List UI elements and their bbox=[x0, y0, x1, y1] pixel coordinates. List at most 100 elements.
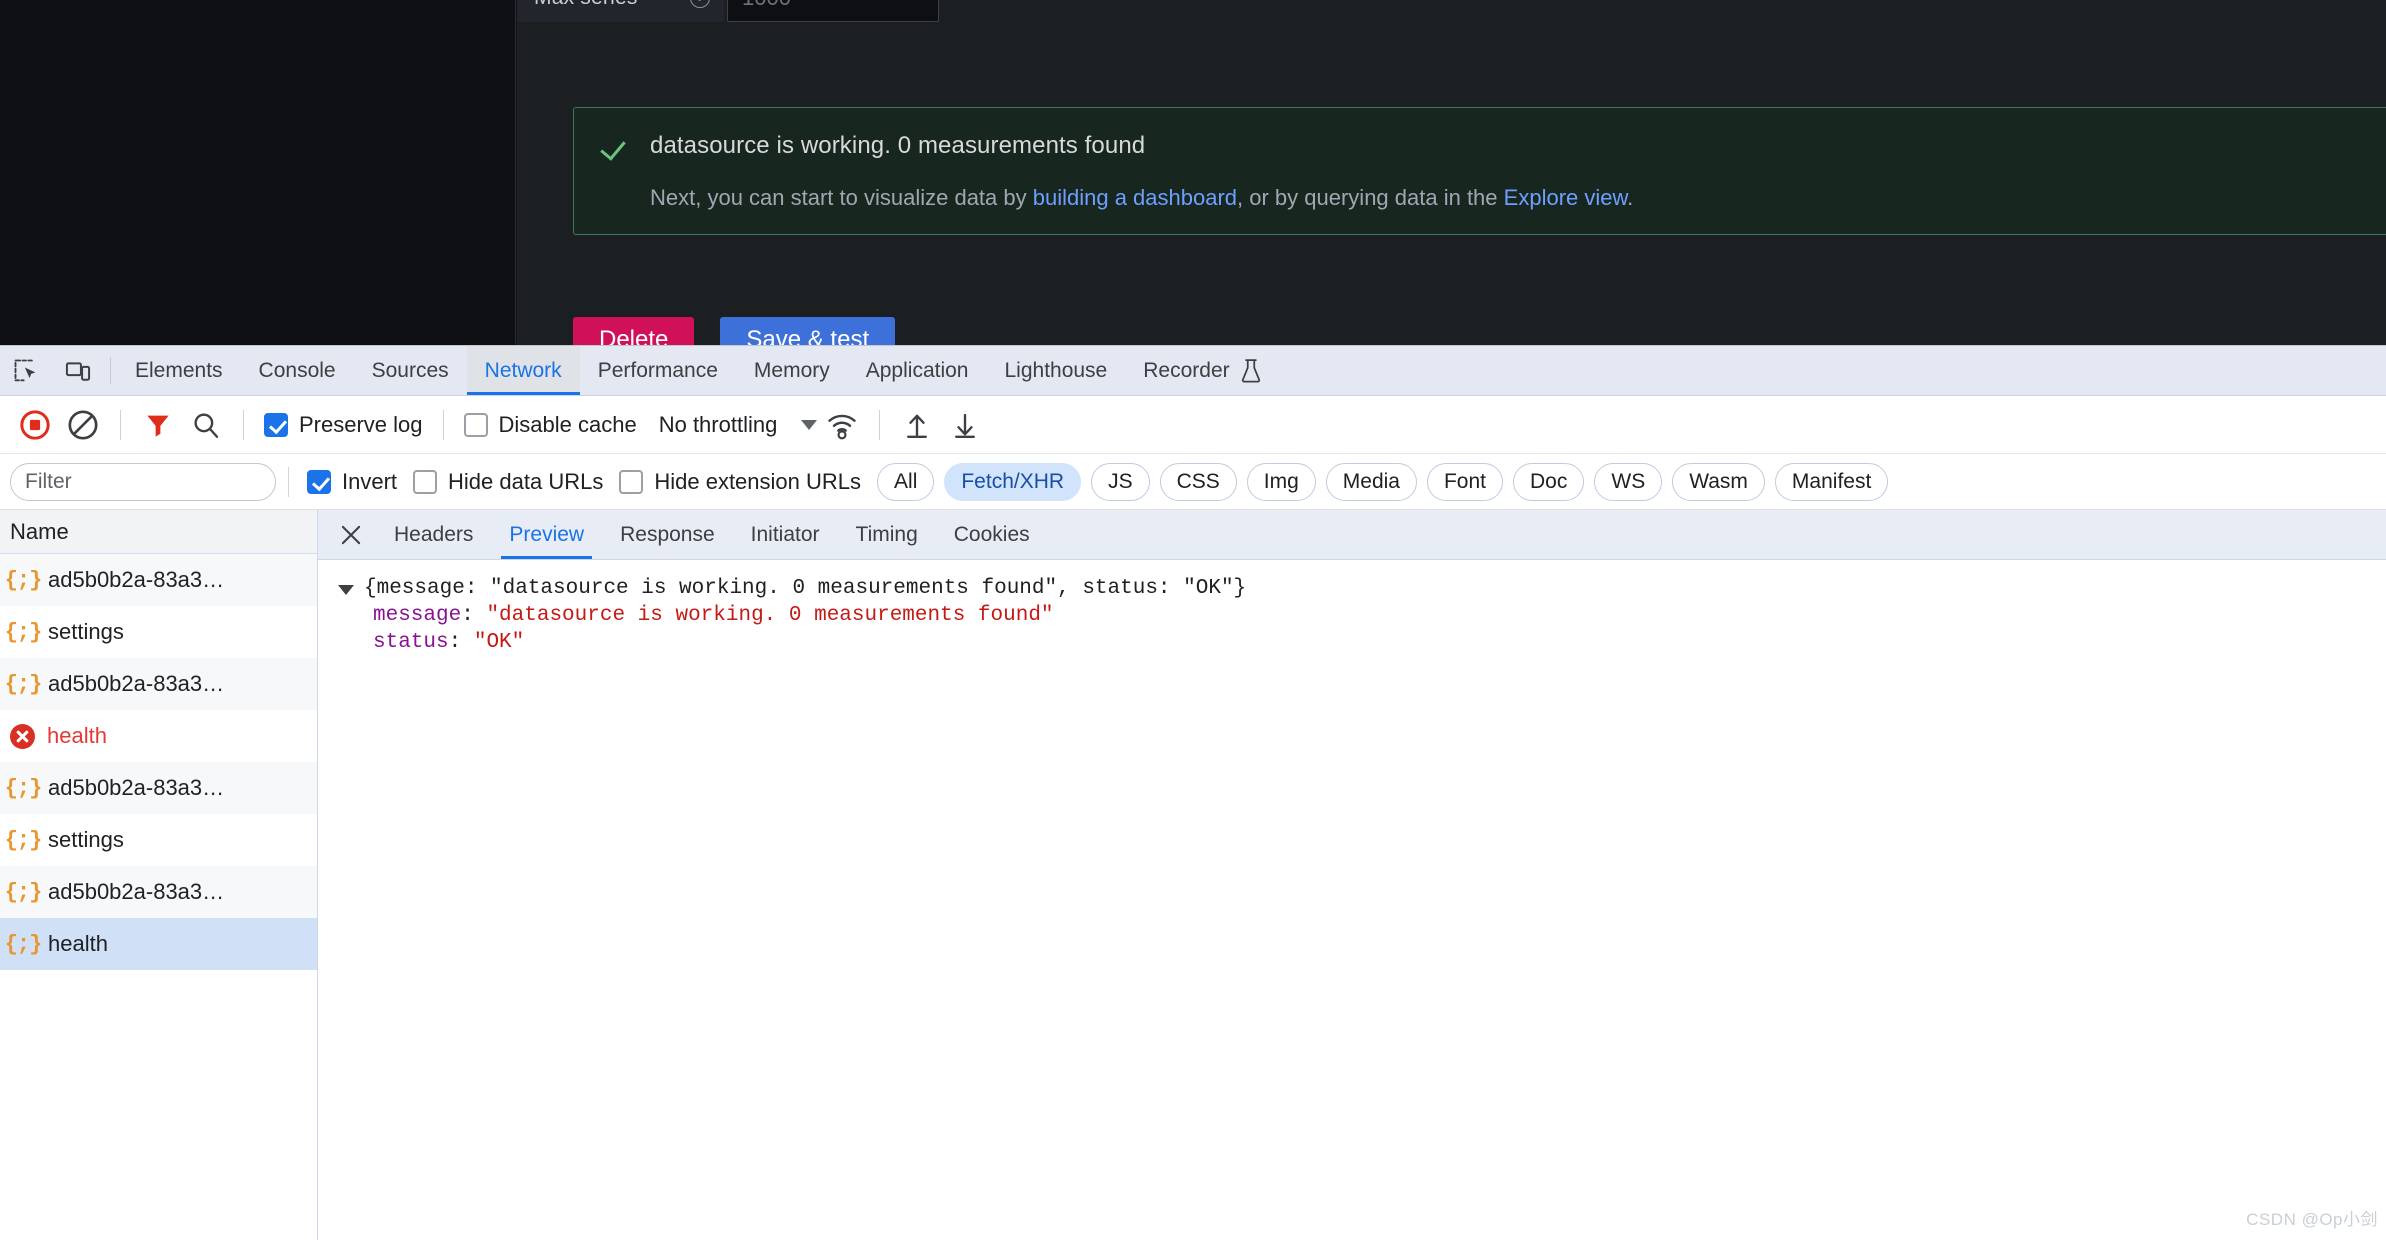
hide-data-urls-box[interactable] bbox=[413, 470, 437, 494]
json-icon: {;} bbox=[10, 567, 36, 593]
request-name: settings bbox=[48, 827, 124, 853]
tab-network[interactable]: Network bbox=[467, 346, 580, 395]
tab-sources-label: Sources bbox=[372, 359, 449, 383]
close-icon[interactable] bbox=[326, 510, 376, 559]
table-row[interactable]: {;} ad5b0b2a-83a3… bbox=[0, 762, 317, 814]
filter-input[interactable] bbox=[10, 463, 276, 501]
detail-tab-initiator-label: Initiator bbox=[751, 523, 820, 547]
alert-subtext: Next, you can start to visualize data by… bbox=[650, 184, 2386, 213]
invert-box[interactable] bbox=[307, 470, 331, 494]
invert-checkbox[interactable]: Invert bbox=[301, 469, 403, 495]
type-filter-fetch-xhr[interactable]: Fetch/XHR bbox=[944, 463, 1081, 501]
tabbar-divider bbox=[110, 357, 111, 384]
hide-extension-urls-checkbox[interactable]: Hide extension URLs bbox=[613, 469, 867, 495]
preserve-log-box[interactable] bbox=[264, 413, 288, 437]
table-row[interactable]: health bbox=[0, 710, 317, 762]
json-summary-line[interactable]: {message: "datasource is working. 0 meas… bbox=[338, 576, 2386, 603]
building-a-dashboard-link[interactable]: building a dashboard bbox=[1033, 185, 1237, 210]
info-icon[interactable]: i bbox=[690, 0, 710, 8]
tab-recorder[interactable]: Recorder bbox=[1125, 346, 1279, 395]
type-filter-all[interactable]: All bbox=[877, 463, 934, 501]
wifi-settings-icon[interactable] bbox=[819, 402, 865, 448]
type-filter-wasm-label: Wasm bbox=[1689, 470, 1748, 494]
table-row[interactable]: {;} settings bbox=[0, 606, 317, 658]
hide-data-urls-checkbox[interactable]: Hide data URLs bbox=[407, 469, 609, 495]
filter-icon[interactable] bbox=[135, 402, 181, 448]
alert-sub-suffix: . bbox=[1627, 185, 1633, 210]
tab-lighthouse[interactable]: Lighthouse bbox=[986, 346, 1125, 395]
tab-elements[interactable]: Elements bbox=[117, 346, 241, 395]
detail-tab-headers[interactable]: Headers bbox=[376, 510, 491, 559]
datasource-settings-content: Max series i 1000 datasource is working.… bbox=[517, 0, 2386, 345]
error-icon bbox=[10, 724, 35, 749]
throttling-dropdown[interactable]: No throttling bbox=[645, 412, 818, 438]
disable-cache-checkbox[interactable]: Disable cache bbox=[458, 412, 643, 438]
detail-tab-timing-label: Timing bbox=[856, 523, 918, 547]
max-series-input[interactable]: 1000 bbox=[727, 0, 939, 22]
disclosure-triangle-icon[interactable] bbox=[338, 585, 354, 595]
app-left-panel bbox=[0, 0, 516, 345]
detail-tab-cookies[interactable]: Cookies bbox=[936, 510, 1048, 559]
type-filter-fetch-xhr-label: Fetch/XHR bbox=[961, 470, 1064, 494]
devtools-tabbar: Elements Console Sources Network Perform… bbox=[0, 346, 2386, 396]
save-and-test-button[interactable]: Save & test bbox=[720, 317, 895, 345]
json-key: message bbox=[373, 603, 461, 630]
tab-memory[interactable]: Memory bbox=[736, 346, 848, 395]
control-divider-4 bbox=[879, 410, 880, 440]
column-header-name: Name bbox=[10, 519, 69, 545]
detail-tab-preview[interactable]: Preview bbox=[491, 510, 602, 559]
type-filter-wasm[interactable]: Wasm bbox=[1672, 463, 1765, 501]
type-filter-doc[interactable]: Doc bbox=[1513, 463, 1584, 501]
search-icon[interactable] bbox=[183, 402, 229, 448]
control-divider-2 bbox=[243, 410, 244, 440]
json-entry-row: status: "OK" bbox=[338, 630, 2386, 657]
type-filter-font[interactable]: Font bbox=[1427, 463, 1503, 501]
max-series-label: Max series i bbox=[517, 0, 724, 22]
tab-sources[interactable]: Sources bbox=[354, 346, 467, 395]
delete-button[interactable]: Delete bbox=[573, 317, 694, 345]
disable-cache-box[interactable] bbox=[464, 413, 488, 437]
detail-tab-timing[interactable]: Timing bbox=[838, 510, 936, 559]
check-icon bbox=[600, 134, 628, 162]
table-row[interactable]: {;} ad5b0b2a-83a3… bbox=[0, 554, 317, 606]
type-filter-img[interactable]: Img bbox=[1247, 463, 1316, 501]
flask-icon bbox=[1240, 358, 1262, 384]
table-row[interactable]: {;} health bbox=[0, 918, 317, 970]
json-value: "datasource is working. 0 measurements f… bbox=[486, 603, 1053, 630]
hide-extension-urls-box[interactable] bbox=[619, 470, 643, 494]
device-toolbar-icon[interactable] bbox=[52, 346, 104, 395]
table-row[interactable]: {;} ad5b0b2a-83a3… bbox=[0, 658, 317, 710]
tab-elements-label: Elements bbox=[135, 359, 223, 383]
type-filter-js[interactable]: JS bbox=[1091, 463, 1150, 501]
type-filter-ws-label: WS bbox=[1611, 470, 1645, 494]
type-filter-css[interactable]: CSS bbox=[1160, 463, 1237, 501]
type-filter-media[interactable]: Media bbox=[1326, 463, 1417, 501]
watermark: CSDN @Op小剑 bbox=[2246, 1205, 2378, 1230]
tab-application[interactable]: Application bbox=[848, 346, 987, 395]
preserve-log-checkbox[interactable]: Preserve log bbox=[258, 412, 429, 438]
disable-cache-label: Disable cache bbox=[499, 412, 637, 438]
chrome-devtools-panel: Elements Console Sources Network Perform… bbox=[0, 345, 2386, 1240]
tab-console[interactable]: Console bbox=[241, 346, 354, 395]
table-row[interactable]: {;} ad5b0b2a-83a3… bbox=[0, 866, 317, 918]
alert-sub-prefix: Next, you can start to visualize data by bbox=[650, 185, 1033, 210]
tab-performance[interactable]: Performance bbox=[580, 346, 736, 395]
type-filter-ws[interactable]: WS bbox=[1594, 463, 1662, 501]
import-har-icon[interactable] bbox=[894, 402, 940, 448]
type-filter-manifest-label: Manifest bbox=[1792, 470, 1871, 494]
export-har-icon[interactable] bbox=[942, 402, 988, 448]
type-filter-manifest[interactable]: Manifest bbox=[1775, 463, 1888, 501]
detail-tab-preview-label: Preview bbox=[509, 523, 584, 547]
table-row[interactable]: {;} settings bbox=[0, 814, 317, 866]
request-list[interactable]: Name {;} ad5b0b2a-83a3… {;} settings {;}… bbox=[0, 510, 318, 1240]
hide-data-urls-label: Hide data URLs bbox=[448, 469, 603, 495]
detail-tab-response[interactable]: Response bbox=[602, 510, 733, 559]
clear-icon[interactable] bbox=[60, 402, 106, 448]
explore-view-link[interactable]: Explore view bbox=[1504, 185, 1628, 210]
inspect-element-icon[interactable] bbox=[0, 346, 52, 395]
invert-label: Invert bbox=[342, 469, 397, 495]
record-stop-icon[interactable] bbox=[12, 402, 58, 448]
type-filter-css-label: CSS bbox=[1177, 470, 1220, 494]
detail-tab-initiator[interactable]: Initiator bbox=[733, 510, 838, 559]
preserve-log-label: Preserve log bbox=[299, 412, 423, 438]
